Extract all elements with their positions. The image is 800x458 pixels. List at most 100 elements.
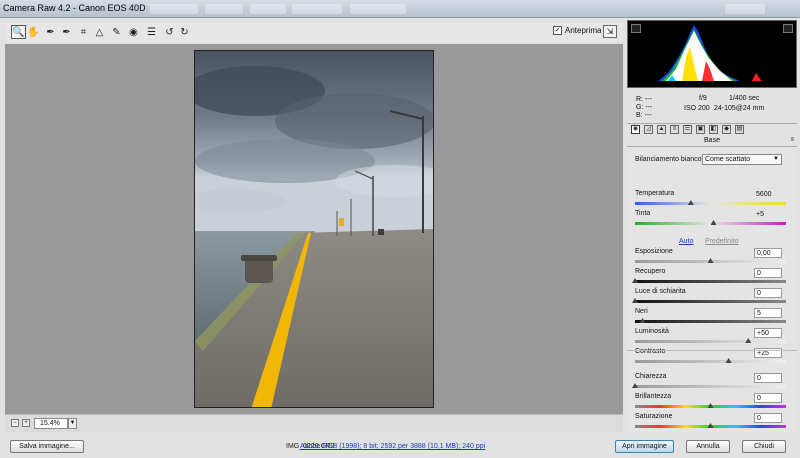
slider-track-recupero[interactable] bbox=[632, 278, 786, 283]
color-sampler-icon[interactable]: ✒ bbox=[59, 25, 74, 39]
tab-hsl-icon[interactable]: ≡ bbox=[670, 125, 679, 134]
slider-value-tinta[interactable]: +5 bbox=[754, 210, 782, 220]
preferences-icon[interactable]: ☰ bbox=[144, 25, 159, 39]
preview-checkbox[interactable]: ✓ bbox=[553, 26, 562, 35]
white-balance-label: Bilanciamento bianco: bbox=[635, 156, 704, 163]
save-image-button[interactable]: Salva immagine... bbox=[10, 440, 84, 453]
slider-thumb-luminosita[interactable] bbox=[745, 338, 752, 343]
slider-value-esposizione[interactable]: 0,00 bbox=[754, 248, 782, 258]
slider-track-neri[interactable] bbox=[635, 318, 786, 323]
white-balance-select[interactable]: Come scattato ▼ bbox=[702, 154, 782, 165]
hand-icon[interactable]: ✋ bbox=[26, 25, 41, 39]
tab-camera-calibration-icon[interactable]: ◧ bbox=[709, 125, 718, 134]
slider-label-temperatura: Temperatura bbox=[635, 190, 675, 197]
r-value: R: --- bbox=[636, 96, 652, 103]
g-value: G: --- bbox=[636, 104, 653, 111]
fullscreen-icon[interactable]: ⇲ bbox=[603, 25, 617, 38]
zoom-out-button[interactable]: − bbox=[11, 419, 19, 427]
slider-track-contrasto[interactable] bbox=[635, 358, 786, 363]
slider-thumb-tinta[interactable] bbox=[710, 220, 717, 225]
slider-thumb-chiarezza[interactable] bbox=[632, 383, 638, 388]
pier-photo bbox=[195, 51, 433, 407]
cancel-button[interactable]: Annulla bbox=[686, 440, 730, 453]
camera-raw-dialog: 🔍 ✋ ✒ ✒ ⌗ △ ✎ ◉ ☰ ↺ ↻ ✓ Anteprima ⇲ IMG_… bbox=[0, 18, 800, 458]
default-link[interactable]: Predefinito bbox=[705, 238, 738, 245]
rotate-right-icon[interactable]: ↻ bbox=[177, 25, 192, 39]
slider-value-brillantezza[interactable]: 0 bbox=[754, 393, 782, 403]
slider-track-tinta[interactable] bbox=[635, 220, 786, 225]
basic-panel: Bilanciamento bianco: Come scattato ▼ Te… bbox=[627, 148, 797, 432]
title-bar-fade bbox=[292, 4, 342, 14]
zoom-dropdown-icon[interactable]: ▼ bbox=[68, 418, 77, 429]
slider-thumb-saturazione[interactable] bbox=[707, 423, 714, 428]
tab-detail-icon[interactable]: ▲ bbox=[657, 125, 666, 134]
title-bar: Camera Raw 4.2 - Canon EOS 40D bbox=[0, 0, 800, 18]
panel-title-text: Base bbox=[704, 137, 720, 144]
slider-value-temperatura[interactable]: 5600 bbox=[754, 190, 782, 200]
zoom-level-field[interactable]: 15.4% bbox=[34, 418, 68, 429]
workflow-options-link[interactable]: Adobe RGB (1998); 8 bit; 2592 per 3888 (… bbox=[300, 443, 485, 450]
highlight-clipping-warning-icon[interactable] bbox=[783, 24, 793, 33]
slider-thumb-luce[interactable] bbox=[632, 298, 638, 303]
zoom-in-button[interactable]: + bbox=[22, 419, 30, 427]
slider-value-luminosita[interactable]: +50 bbox=[754, 328, 782, 338]
tab-lens-icon[interactable]: ▣ bbox=[696, 125, 705, 134]
tab-split-toning-icon[interactable]: ☰ bbox=[683, 125, 692, 134]
panel-separator bbox=[627, 350, 797, 351]
slider-value-chiarezza[interactable]: 0 bbox=[754, 373, 782, 383]
chevron-down-icon: ▼ bbox=[773, 156, 779, 162]
slider-thumb-recupero[interactable] bbox=[632, 278, 638, 283]
tab-presets-icon[interactable]: ◆ bbox=[722, 125, 731, 134]
crop-icon[interactable]: ⌗ bbox=[76, 25, 91, 39]
slider-value-neri[interactable]: 5 bbox=[754, 308, 782, 318]
slider-label-esposizione: Esposizione bbox=[635, 248, 673, 255]
white-balance-eyedropper-icon[interactable]: ✒ bbox=[43, 25, 58, 39]
red-eye-icon[interactable]: ◉ bbox=[126, 25, 141, 39]
aperture-value: f/9 bbox=[699, 95, 707, 102]
slider-thumb-temperatura[interactable] bbox=[687, 200, 694, 205]
close-button[interactable]: Chiudi bbox=[742, 440, 786, 453]
tab-snapshots-icon[interactable]: ▤ bbox=[735, 125, 744, 134]
title-bar-fade bbox=[350, 4, 406, 14]
slider-value-saturazione[interactable]: 0 bbox=[754, 413, 782, 423]
zoom-icon[interactable]: 🔍 bbox=[11, 25, 26, 39]
tab-tone-curve-icon[interactable]: ◿ bbox=[644, 125, 653, 134]
title-bar-fade bbox=[725, 4, 765, 14]
open-image-button[interactable]: Apri immagine bbox=[615, 440, 674, 453]
image-canvas[interactable]: IMG_0220.CR2 bbox=[5, 44, 623, 450]
title-bar-fade bbox=[150, 4, 198, 14]
window-title: Camera Raw 4.2 - Canon EOS 40D bbox=[3, 3, 146, 13]
panel-menu-icon[interactable]: ≡ bbox=[790, 137, 794, 143]
lens-value: 24-105@24 mm bbox=[714, 105, 765, 112]
slider-track-esposizione[interactable] bbox=[635, 258, 786, 263]
slider-track-chiarezza[interactable] bbox=[632, 383, 786, 388]
b-value: B: --- bbox=[636, 112, 652, 119]
slider-track-luminosita[interactable] bbox=[635, 338, 786, 343]
zoom-bar: − + 15.4% ▼ bbox=[5, 414, 623, 432]
pixel-readout: R: --- G: --- B: --- f/9 1/400 sec ISO 2… bbox=[627, 88, 797, 124]
auto-link[interactable]: Auto bbox=[679, 238, 693, 245]
rotate-left-icon[interactable]: ↺ bbox=[162, 25, 177, 39]
slider-label-chiarezza: Chiarezza bbox=[635, 373, 667, 380]
slider-thumb-esposizione[interactable] bbox=[707, 258, 714, 263]
slider-label-luminosita: Luminosità bbox=[635, 328, 669, 335]
preview-toggle[interactable]: ✓ Anteprima bbox=[553, 26, 601, 35]
slider-track-temperatura[interactable] bbox=[635, 200, 786, 205]
slider-value-recupero[interactable]: 0 bbox=[754, 268, 782, 278]
slider-track-luce[interactable] bbox=[632, 298, 786, 303]
histogram bbox=[627, 20, 797, 88]
slider-thumb-brillantezza[interactable] bbox=[707, 403, 714, 408]
slider-thumb-neri[interactable] bbox=[639, 318, 646, 323]
slider-track-saturazione[interactable] bbox=[635, 423, 786, 428]
slider-label-neri: Neri bbox=[635, 308, 648, 315]
slider-thumb-contrasto[interactable] bbox=[725, 358, 732, 363]
slider-label-tinta: Tinta bbox=[635, 210, 651, 217]
photo-preview bbox=[194, 50, 434, 408]
histogram-graph bbox=[658, 25, 762, 81]
slider-track-brillantezza[interactable] bbox=[635, 403, 786, 408]
tab-basic-icon[interactable]: ◉ bbox=[631, 125, 640, 134]
shadow-clipping-warning-icon[interactable] bbox=[631, 24, 641, 33]
retouch-icon[interactable]: ✎ bbox=[109, 25, 124, 39]
slider-value-luce[interactable]: 0 bbox=[754, 288, 782, 298]
straighten-icon[interactable]: △ bbox=[92, 25, 107, 39]
